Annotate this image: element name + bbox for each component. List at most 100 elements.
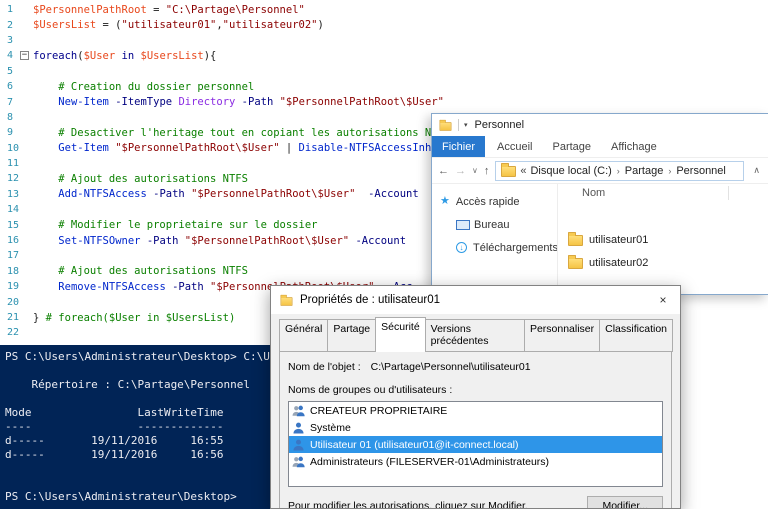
- column-header-nom[interactable]: Nom: [558, 184, 768, 202]
- explorer-body: ★ Accès rapide Bureau ↓ Téléchargements Nom …: [432, 184, 768, 294]
- folder-icon: [568, 232, 583, 246]
- ribbon-tab-affichage[interactable]: Affichage: [601, 136, 667, 157]
- file-item[interactable]: utilisateur01: [558, 228, 768, 251]
- breadcrumb-item[interactable]: Personnel: [676, 165, 726, 177]
- up-icon[interactable]: ↑: [484, 165, 490, 177]
- line-number: 11: [7, 158, 20, 170]
- principals-list[interactable]: CREATEUR PROPRIETAIRE Système Utilisateur …: [288, 401, 663, 487]
- file-name: utilisateur01: [589, 233, 649, 246]
- line-number: 19: [7, 281, 20, 293]
- download-icon: ↓: [456, 242, 467, 253]
- nav-item[interactable]: ↓ Téléchargements: [432, 236, 557, 259]
- code-line: 2 $UsersList = ("utilisateur01","utilisat…: [0, 17, 768, 32]
- explorer-address-bar: ← → ∨ ↑ « Disque local (C:) › Partage › Perso…: [432, 158, 768, 184]
- dialog-tab-versions précédentes[interactable]: Versions précédentes: [424, 319, 525, 352]
- close-button[interactable]: ×: [646, 286, 680, 314]
- fold-collapse-icon[interactable]: −: [20, 51, 33, 61]
- folder-icon: [568, 255, 583, 269]
- code-text: $UsersList = ("utilisateur01","utilisate…: [33, 19, 324, 32]
- dialog-tabs: Général Partage Sécurité Versions précédent…: [271, 314, 680, 352]
- back-icon[interactable]: ←: [438, 165, 449, 177]
- dialog-tab-personnaliser[interactable]: Personnaliser: [523, 319, 601, 352]
- desktop-icon: [456, 219, 470, 230]
- principal-name: CREATEUR PROPRIETAIRE: [310, 404, 448, 417]
- modify-button[interactable]: Modifier...: [587, 496, 663, 508]
- explorer-titlebar[interactable]: ▾ Personnel: [432, 114, 768, 136]
- line-number: 18: [7, 265, 20, 277]
- folder-icon: [501, 163, 517, 177]
- line-number: 16: [7, 235, 20, 247]
- code-text: # Creation du dossier personnel: [33, 80, 255, 93]
- file-list: utilisateur01 utilisateur02: [558, 228, 768, 274]
- security-tab-page: Nom de l'objet : C:\Partage\Personnel\ut…: [279, 351, 672, 509]
- code-line: 5: [0, 64, 768, 79]
- nav-item[interactable]: Bureau: [432, 213, 557, 236]
- code-text: Add-NTFSAccess -Path "$PersonnelPathRoot…: [58, 188, 419, 201]
- dialog-tab-général[interactable]: Général: [279, 319, 329, 352]
- group-icon: [292, 455, 305, 468]
- code-text: Get-Item "$PersonnelPathRoot\$User" | Di…: [58, 142, 482, 155]
- line-number: 2: [7, 19, 14, 31]
- explorer-window-title: Personnel: [474, 119, 525, 131]
- line-number: 22: [7, 327, 20, 339]
- line-number: 17: [7, 250, 20, 262]
- line-number: 21: [7, 312, 20, 323]
- powershell-console[interactable]: PS C:\Users\Administrateur\Desktop> C:\U…: [0, 345, 270, 509]
- dialog-tab-classification[interactable]: Classification: [599, 319, 673, 352]
- principal-row[interactable]: Utilisateur 01 (utilisateur01@it-connect…: [289, 436, 662, 453]
- explorer-file-pane: Nom utilisateur01 utilisateur02: [558, 184, 768, 294]
- line-number: 14: [7, 204, 20, 216]
- user-icon: [292, 438, 305, 451]
- chevron-right-icon: ›: [616, 165, 620, 176]
- file-item[interactable]: utilisateur02: [558, 251, 768, 274]
- principal-row[interactable]: Administrateurs (FILESERVER-01\Administr…: [289, 453, 662, 470]
- principal-name: Utilisateur 01 (utilisateur01@it-connect…: [310, 438, 519, 451]
- breadcrumb-item[interactable]: Partage: [625, 165, 664, 177]
- line-number: 7: [7, 96, 14, 108]
- star-icon: ★: [440, 195, 450, 207]
- recent-locations-icon[interactable]: ∨: [472, 166, 478, 175]
- modify-hint: Pour modifier les autorisations, cliquez…: [288, 500, 528, 509]
- user-icon: [292, 421, 305, 434]
- line-number: 8: [7, 111, 14, 123]
- nav-item[interactable]: ★ Accès rapide: [432, 190, 557, 213]
- ribbon-tab-partage[interactable]: Partage: [542, 136, 601, 157]
- line-number: 10: [7, 142, 20, 154]
- line-number: 1: [7, 4, 14, 16]
- toolbar-divider: [458, 119, 459, 131]
- code-text: # Modifier le proprietaire sur le dossie…: [33, 219, 318, 232]
- code-text: New-Item -ItemType Directory -Path "$Per…: [58, 96, 444, 109]
- breadcrumb[interactable]: « Disque local (C:) › Partage › Personnel: [495, 160, 745, 181]
- groups-label: Noms de groupes ou d'utilisateurs :: [288, 384, 453, 396]
- group-icon: [292, 404, 305, 417]
- folder-icon: [438, 119, 453, 132]
- code-line: 4− foreach($User in $UsersList){: [0, 48, 768, 63]
- breadcrumb-item[interactable]: Disque local (C:): [530, 165, 611, 177]
- principal-name: Administrateurs (FILESERVER-01\Administr…: [310, 455, 550, 468]
- code-line: 7 New-Item -ItemType Directory -Path "$P…: [0, 94, 768, 109]
- line-number: 6: [7, 81, 14, 93]
- line-number: 13: [7, 188, 20, 200]
- ribbon-tab-fichier[interactable]: Fichier: [432, 136, 486, 157]
- line-number: 12: [7, 173, 20, 185]
- nav-item-label: Téléchargements: [473, 241, 557, 254]
- console-output: PS C:\Users\Administrateur\Desktop> C:\U…: [5, 350, 270, 503]
- dialog-title: Propriétés de : utilisateur01: [300, 294, 440, 306]
- object-name-value: C:\Partage\Personnel\utilisateur01: [370, 361, 531, 373]
- file-name: utilisateur02: [589, 256, 649, 269]
- principal-row[interactable]: Système: [289, 419, 662, 436]
- ribbon-collapse-icon[interactable]: ∧: [750, 165, 763, 176]
- dialog-tab-sécurité[interactable]: Sécurité: [375, 317, 426, 352]
- ribbon-tab-accueil[interactable]: Accueil: [487, 136, 542, 157]
- object-name-row: Nom de l'objet : C:\Partage\Personnel\ut…: [288, 360, 663, 374]
- principal-row[interactable]: CREATEUR PROPRIETAIRE: [289, 402, 662, 419]
- code-text: foreach($User in $UsersList){: [33, 49, 217, 62]
- code-line: 1 $PersonnelPathRoot = "C:\Partage\Person…: [0, 2, 768, 17]
- chevron-right-icon: ›: [668, 165, 672, 176]
- breadcrumb-overflow-chevron[interactable]: «: [520, 165, 526, 177]
- principal-name: Système: [310, 421, 351, 434]
- quick-access-dropdown-icon[interactable]: ▾: [464, 121, 468, 129]
- dialog-titlebar[interactable]: Propriétés de : utilisateur01 ×: [271, 286, 680, 314]
- forward-icon[interactable]: →: [455, 165, 466, 177]
- dialog-tab-partage[interactable]: Partage: [327, 319, 377, 352]
